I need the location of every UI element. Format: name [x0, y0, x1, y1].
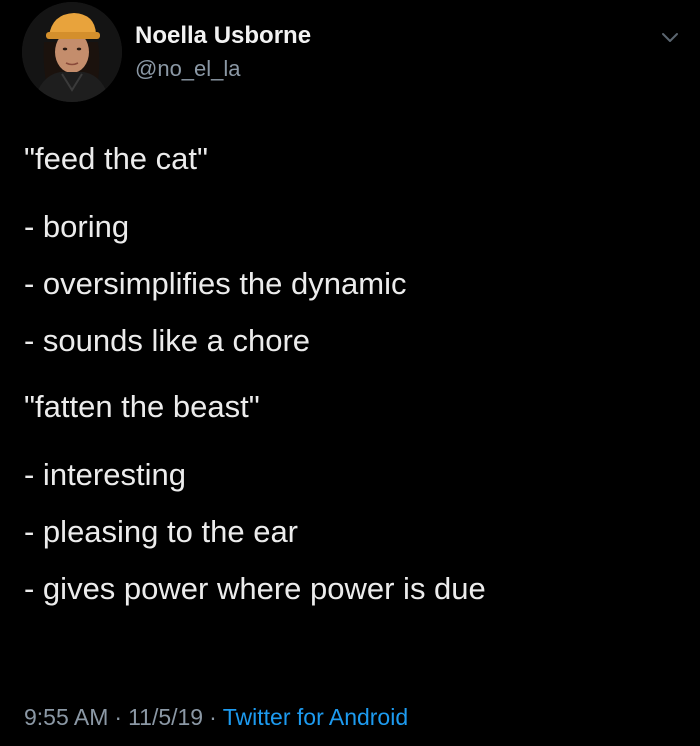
tweet-time[interactable]: 9:55 AM [24, 704, 108, 730]
list-item: - sounds like a chore [24, 323, 311, 358]
quote-fatten-the-beast: "fatten the beast" [24, 389, 260, 424]
author-name[interactable]: Noella Usborne [135, 22, 311, 50]
list-item: - oversimplifies the dynamic [24, 266, 407, 301]
source-link[interactable]: Twitter for Android [223, 704, 408, 730]
tweet-meta: 9:55 AM · 11/5/19 · Twitter for Android [24, 704, 408, 731]
avatar-image [22, 2, 122, 102]
author-handle[interactable]: @no_el_la [135, 56, 241, 82]
list-item: - gives power where power is due [24, 571, 486, 606]
tweet-header: Noella Usborne @no_el_la [0, 0, 700, 110]
quote-feed-the-cat: "feed the cat" [24, 141, 209, 176]
chevron-down-icon[interactable] [660, 30, 680, 44]
separator: · [209, 704, 217, 730]
list-item: - interesting [24, 457, 186, 492]
tweet-body: "feed the cat" - boring - oversimplifies… [24, 140, 684, 627]
separator: · [114, 704, 123, 730]
tweet-date[interactable]: 11/5/19 [128, 704, 203, 730]
list-item: - boring [24, 209, 130, 244]
avatar[interactable] [22, 2, 122, 102]
list-item: - pleasing to the ear [24, 514, 299, 549]
